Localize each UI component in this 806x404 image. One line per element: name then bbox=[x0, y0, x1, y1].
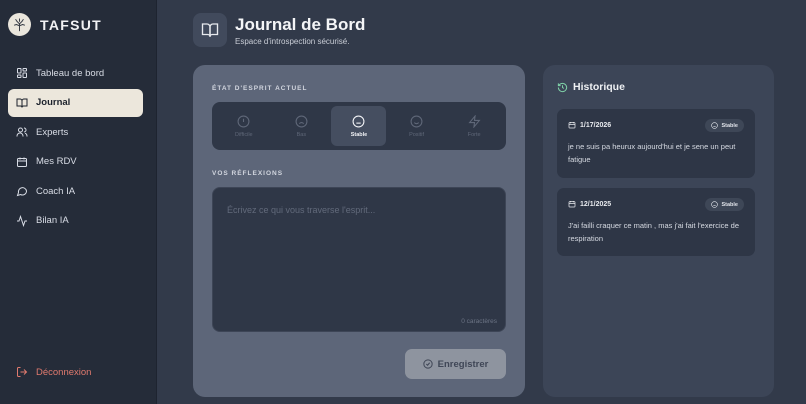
tree-icon bbox=[8, 13, 31, 36]
frown-icon bbox=[295, 115, 308, 127]
smile-icon bbox=[410, 115, 423, 127]
calendar-icon bbox=[17, 157, 27, 167]
mood-option-bas[interactable]: Bas bbox=[274, 106, 329, 146]
users-icon bbox=[16, 127, 28, 137]
history-title-text: Historique bbox=[573, 81, 625, 93]
mood-option-positif[interactable]: Positif bbox=[389, 106, 444, 146]
sidebar-item-coach-ia[interactable]: Coach IA bbox=[8, 177, 143, 205]
sidebar-item-experts[interactable]: Experts bbox=[8, 118, 143, 146]
meh-icon bbox=[353, 115, 365, 127]
reflections-label: VOS RÉFLEXIONS bbox=[212, 170, 284, 177]
page-subtitle: Espace d'introspection sécurisé. bbox=[235, 36, 350, 46]
logout-label: Déconnexion bbox=[36, 366, 92, 378]
sidebar-item-journal[interactable]: Journal bbox=[8, 88, 143, 117]
meh-icon bbox=[711, 122, 719, 129]
reflection-textarea[interactable] bbox=[212, 187, 506, 332]
save-button-label: Enregistrer bbox=[437, 358, 489, 370]
book-icon bbox=[193, 13, 227, 47]
mood-option-label: Forte bbox=[467, 131, 481, 138]
history-icon bbox=[557, 82, 568, 92]
history-panel: Historique 1/17/2026 Stable je ne suis p… bbox=[543, 65, 774, 397]
mood-option-difficile[interactable]: Difficile bbox=[216, 106, 271, 146]
alert-circle-icon bbox=[237, 115, 250, 127]
mood-option-label: Positif bbox=[409, 131, 425, 138]
page-title: Journal de Bord bbox=[235, 14, 366, 34]
history-entry[interactable]: 12/1/2025 Stable J'ai failli craquer ce … bbox=[557, 188, 755, 256]
page-header: Journal de Bord Espace d'introspection s… bbox=[193, 13, 365, 47]
mood-badge-text: Stable bbox=[721, 122, 738, 129]
entry-text: je ne suis pa heurux aujourd'hui et je s… bbox=[568, 142, 736, 164]
mood-option-label: Difficile bbox=[234, 131, 253, 138]
meh-icon bbox=[711, 201, 719, 208]
mood-option-stable[interactable]: Stable bbox=[331, 106, 387, 146]
sidebar-item-label: Bilan IA bbox=[36, 215, 69, 226]
history-title: Historique bbox=[557, 81, 625, 93]
entry-date: 1/17/2026 bbox=[568, 121, 611, 129]
entry-date-text: 12/1/2025 bbox=[580, 200, 612, 208]
logout-icon bbox=[17, 367, 28, 377]
dashboard-grid-icon bbox=[17, 68, 27, 78]
entry-date: 12/1/2025 bbox=[568, 200, 611, 208]
entry-text: J'ai failli craquer ce matin , mas j'ai … bbox=[568, 221, 740, 243]
chat-bubble-icon bbox=[16, 187, 28, 197]
zap-icon bbox=[468, 114, 481, 128]
logout-button[interactable]: Déconnexion bbox=[16, 366, 91, 378]
journal-entry-panel: ÉTAT D'ESPRIT ACTUEL Difficile Bas Stabl… bbox=[193, 65, 525, 397]
mood-option-label: Bas bbox=[296, 131, 307, 138]
mood-badge-text: Stable bbox=[721, 201, 738, 208]
mood-option-forte[interactable]: Forte bbox=[447, 106, 502, 146]
sidebar-item-label: Coach IA bbox=[36, 185, 76, 197]
book-icon bbox=[16, 98, 28, 108]
sidebar-nav: Tableau de bord Journal Experts Mes RDV … bbox=[8, 59, 143, 236]
mood-badge: Stable bbox=[705, 198, 744, 211]
sidebar-item-label: Journal bbox=[36, 97, 71, 108]
sidebar-item-bilan-ia[interactable]: Bilan IA bbox=[8, 207, 143, 235]
brand-name: TAFSUT bbox=[40, 16, 102, 33]
calendar-icon bbox=[568, 201, 576, 208]
sidebar-item-dashboard[interactable]: Tableau de bord bbox=[8, 59, 143, 87]
entry-date-text: 1/17/2026 bbox=[580, 121, 612, 129]
sidebar-item-label: Tableau de bord bbox=[36, 67, 105, 79]
check-circle-icon bbox=[422, 359, 433, 369]
mood-section-label: ÉTAT D'ESPRIT ACTUEL bbox=[212, 85, 308, 92]
sidebar-item-appointments[interactable]: Mes RDV bbox=[8, 148, 143, 176]
history-entry[interactable]: 1/17/2026 Stable je ne suis pa heurux au… bbox=[557, 109, 755, 178]
sidebar-item-label: Experts bbox=[36, 126, 69, 138]
mood-badge: Stable bbox=[705, 119, 744, 132]
character-count: 0 caractères bbox=[461, 318, 497, 325]
sidebar-item-label: Mes RDV bbox=[36, 156, 77, 167]
activity-icon bbox=[17, 214, 27, 227]
mood-option-label: Stable bbox=[350, 131, 368, 138]
calendar-icon bbox=[568, 122, 576, 129]
brand[interactable]: TAFSUT bbox=[8, 13, 102, 36]
sidebar: TAFSUT Tableau de bord Journal Experts M… bbox=[0, 0, 157, 404]
save-button[interactable]: Enregistrer bbox=[405, 349, 506, 379]
mood-selector: Difficile Bas Stable Positif Forte bbox=[212, 102, 506, 150]
